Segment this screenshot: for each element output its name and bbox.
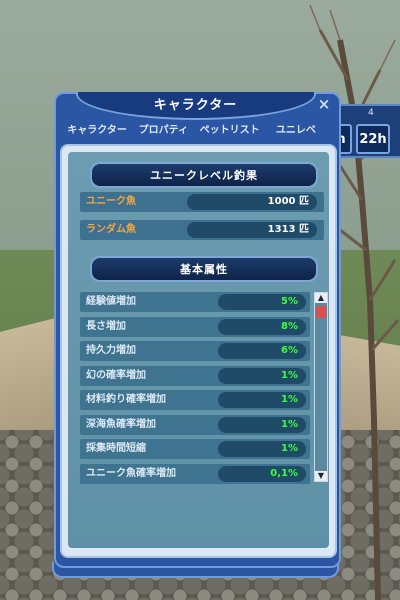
attribute-value: 1% (218, 441, 306, 457)
tab-pet-list[interactable]: ペットリスト (197, 120, 263, 142)
attribute-label: 幻の確率増加 (86, 369, 146, 381)
content-inner: ユニークレベル釣果 ユニーク魚 1000 匹 ランダム魚 1313 匹 基本属性… (68, 152, 329, 548)
tab-character[interactable]: キャラクター (64, 120, 130, 142)
content-panel: ユニークレベル釣果 ユニーク魚 1000 匹 ランダム魚 1313 匹 基本属性… (60, 144, 337, 558)
attribute-row: 長さ増加 8% (80, 316, 310, 337)
attribute-value: 1% (218, 392, 306, 408)
tab-unique-level[interactable]: ユニレベ (263, 120, 329, 142)
attribute-row: 幻の確率増加 1% (80, 365, 310, 386)
attribute-value: 6% (218, 343, 306, 359)
attribute-label: 材料釣り確率増加 (86, 394, 166, 405)
attribute-row: 持久力増加 6% (80, 341, 310, 361)
scroll-up-icon[interactable]: ▲ (315, 293, 327, 303)
scroll-thumb[interactable] (316, 306, 326, 318)
attribute-list: 経験値増加 5% 長さ増加 8% 持久力増加 6% 幻の確率増加 1% 材料釣り… (80, 292, 310, 488)
attribute-label: 長さ増加 (86, 320, 126, 332)
attribute-value: 0,1% (218, 465, 306, 482)
attributes-header: 基本属性 (90, 256, 318, 282)
attribute-row: 材料釣り確率増加 1% (80, 390, 310, 410)
window-title: キャラクター (153, 98, 238, 113)
attribute-scrollbar[interactable]: ▲ ▼ (314, 292, 328, 482)
attribute-label: 経験値増加 (86, 296, 136, 307)
attribute-row: 採集時間短縮 1% (80, 439, 310, 459)
attribute-label: 深海魚確率増加 (86, 418, 156, 430)
attribute-label: ユニーク魚確率増加 (86, 467, 176, 479)
fishing-result-header: ユニークレベル釣果 (90, 162, 318, 188)
fish-count: 1000 匹 (187, 194, 317, 210)
tab-property[interactable]: プロパティ (130, 120, 196, 142)
close-icon[interactable]: × (316, 96, 332, 112)
time-panel-number: 4 (368, 108, 374, 118)
character-window: キャラクター × キャラクター プロパティ ペットリスト ユニレベ ユニークレベ… (52, 92, 341, 578)
tab-bar: キャラクター プロパティ ペットリスト ユニレベ (64, 120, 329, 142)
attribute-value: 5% (218, 294, 306, 310)
fish-row-random: ランダム魚 1313 匹 (80, 220, 324, 240)
attribute-label: 採集時間短縮 (86, 443, 146, 454)
hour-button-22h[interactable]: 22h (356, 124, 390, 154)
attribute-row: 経験値増加 5% (80, 292, 310, 312)
attribute-value: 1% (218, 416, 306, 433)
fish-row-unique: ユニーク魚 1000 匹 (80, 192, 324, 212)
scroll-down-icon[interactable]: ▼ (315, 471, 327, 481)
attribute-row: ユニーク魚確率増加 0,1% (80, 463, 310, 484)
attribute-row: 深海魚確率増加 1% (80, 414, 310, 435)
attribute-value: 8% (218, 318, 306, 335)
fish-label: ユニーク魚 (86, 196, 136, 207)
fish-label: ランダム魚 (86, 224, 136, 235)
attribute-value: 1% (218, 367, 306, 384)
fish-count: 1313 匹 (187, 222, 317, 238)
attribute-label: 持久力増加 (86, 345, 136, 356)
